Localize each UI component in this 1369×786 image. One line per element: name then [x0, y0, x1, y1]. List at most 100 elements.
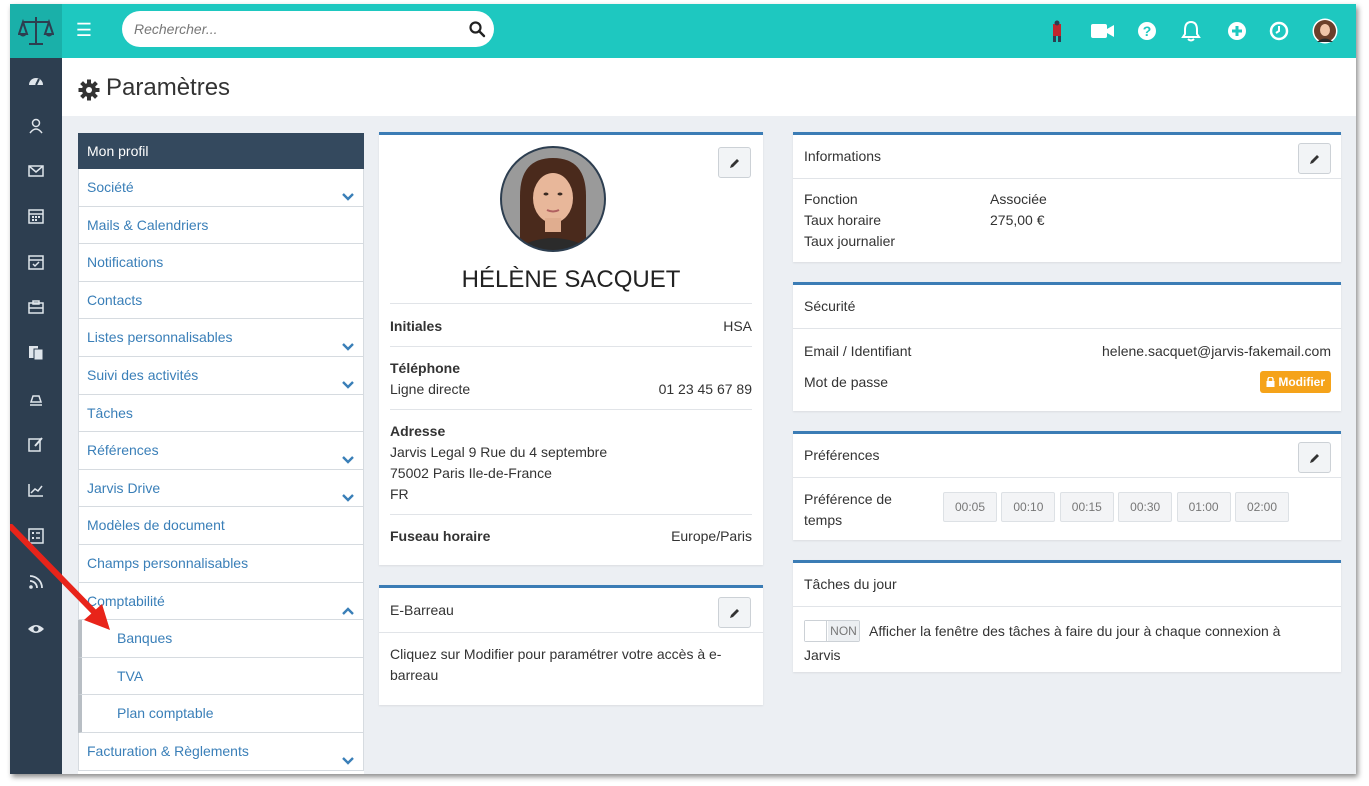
rss-icon[interactable]: [24, 570, 48, 594]
eye-icon[interactable]: [24, 617, 48, 641]
menu-item[interactable]: Jarvis Drive: [78, 469, 364, 508]
menu-item-label: Banques: [117, 630, 173, 647]
briefcase-icon[interactable]: [24, 295, 48, 319]
taches-title: Tâches du jour: [804, 576, 897, 592]
menu-item[interactable]: Notifications: [78, 244, 364, 282]
daily-tasks-toggle[interactable]: NON: [804, 620, 860, 642]
menu-item[interactable]: Mails & Calendriers: [78, 206, 364, 245]
menu-item[interactable]: Société: [78, 169, 364, 207]
initials-value: HSA: [723, 318, 752, 334]
menu-item-label: Comptabilité: [87, 592, 165, 609]
menu-item-label: Jarvis Drive: [87, 479, 161, 496]
time-option-button[interactable]: 01:00: [1176, 492, 1231, 522]
chevron-down-icon[interactable]: [341, 369, 355, 389]
password-label: Mot de passe: [804, 374, 889, 390]
profile-photo: [500, 146, 606, 252]
clock-icon[interactable]: [1266, 18, 1292, 44]
billing-icon[interactable]: [24, 387, 48, 411]
time-option-button[interactable]: 00:10: [1001, 492, 1056, 522]
menu-item[interactable]: Modèles de document: [78, 507, 364, 545]
ebarreau-title: E-Barreau: [390, 602, 454, 618]
documents-icon[interactable]: [24, 341, 48, 365]
menu-item-label: TVA: [117, 667, 144, 684]
time-option-button[interactable]: 00:15: [1059, 492, 1114, 522]
informations-title: Informations: [804, 148, 882, 164]
taux-horaire-value: 275,00 €: [990, 212, 1045, 228]
edit-informations-button[interactable]: [1298, 143, 1331, 174]
menu-item-mon-profil[interactable]: Mon profil: [78, 133, 364, 169]
preference-label-1: Préférence de: [804, 491, 892, 507]
search-input[interactable]: [134, 19, 454, 39]
search-box: [122, 11, 494, 47]
menu-item[interactable]: Suivi des activités: [78, 356, 364, 395]
menu-item-label: Références: [87, 442, 159, 459]
chevron-down-icon[interactable]: [341, 444, 355, 464]
menu-item-label: Facturation & Règlements: [87, 742, 249, 759]
time-option-button[interactable]: 00:05: [943, 492, 997, 522]
time-option-button[interactable]: 00:30: [1118, 492, 1173, 522]
preferences-title: Préférences: [804, 447, 880, 463]
toggle-label: NON: [828, 621, 859, 641]
modify-password-button[interactable]: Modifier: [1259, 371, 1331, 393]
menu-item[interactable]: Tâches: [78, 394, 364, 433]
menu-item[interactable]: TVA: [78, 657, 364, 696]
email-value: helene.sacquet@jarvis-fakemail.com: [1102, 343, 1331, 359]
divider: [793, 328, 1341, 329]
menu-item[interactable]: Références: [78, 432, 364, 470]
initials-label: Initiales: [390, 318, 443, 334]
app-window: ☰ ?: [10, 4, 1356, 774]
menu-item-label: Mails & Calendriers: [87, 216, 209, 233]
search-icon[interactable]: [468, 20, 486, 38]
gear-icon: [78, 79, 100, 101]
video-camera-icon[interactable]: [1090, 18, 1116, 44]
edit-ebarreau-button[interactable]: [718, 597, 751, 628]
menu-item-label: Société: [87, 179, 134, 195]
time-option-button[interactable]: 02:00: [1235, 492, 1289, 522]
menu-item[interactable]: Facturation & Règlements: [78, 732, 364, 771]
address-line-2: 75002 Paris Ile-de-France: [390, 465, 552, 481]
edit-profile-button[interactable]: [718, 147, 751, 178]
menu-item-label: Contacts: [87, 291, 143, 308]
ebarreau-card: E-Barreau Cliquez sur Modifier pour para…: [379, 585, 763, 705]
chevron-down-icon[interactable]: [341, 745, 355, 765]
menu-item[interactable]: Listes personnalisables: [78, 319, 364, 357]
divider: [390, 514, 752, 515]
page-header: Paramètres: [62, 58, 1356, 116]
menu-item[interactable]: Contacts: [78, 281, 364, 320]
informations-card: Informations Fonction Associée Taux hora…: [793, 132, 1341, 262]
help-icon[interactable]: ?: [1134, 18, 1160, 44]
sidebar: [10, 58, 62, 774]
timer-person-icon[interactable]: [1044, 18, 1070, 44]
address-line-1: Jarvis Legal 9 Rue du 4 septembre: [390, 444, 608, 460]
chevron-up-icon[interactable]: [341, 595, 355, 615]
scales-of-justice-icon: [18, 17, 54, 45]
menu-toggle-icon[interactable]: ☰: [72, 18, 96, 42]
menu-item[interactable]: Plan comptable: [78, 695, 364, 733]
menu-item[interactable]: Comptabilité: [78, 582, 364, 621]
timezone-value: Europe/Paris: [671, 528, 752, 544]
app-logo[interactable]: [10, 4, 62, 58]
list-box-icon[interactable]: [24, 524, 48, 548]
calendar-icon[interactable]: [24, 204, 48, 228]
edit-note-icon[interactable]: [24, 432, 48, 456]
chart-line-icon[interactable]: [24, 478, 48, 502]
menu-item[interactable]: Champs personnalisables: [78, 544, 364, 583]
chevron-down-icon[interactable]: [341, 482, 355, 502]
bell-icon[interactable]: [1178, 18, 1204, 44]
menu-list: Société Mails & Calendriers Notifications C…: [78, 169, 364, 771]
edit-preferences-button[interactable]: [1298, 442, 1331, 473]
mail-icon[interactable]: [24, 159, 48, 183]
avatar[interactable]: [1312, 18, 1338, 44]
chevron-down-icon[interactable]: [341, 181, 355, 201]
pencil-icon: [729, 608, 739, 618]
calendar-check-icon[interactable]: [24, 250, 48, 274]
dashboard-icon[interactable]: [24, 68, 48, 92]
fonction-value: Associée: [990, 191, 1047, 207]
address-line-3: FR: [390, 486, 409, 502]
menu-item[interactable]: Banques: [78, 620, 364, 658]
chevron-down-icon[interactable]: [341, 331, 355, 352]
preference-label-2: temps: [804, 512, 843, 528]
add-circle-icon[interactable]: [1224, 18, 1250, 44]
divider: [793, 477, 1341, 478]
contacts-icon[interactable]: [24, 114, 48, 138]
